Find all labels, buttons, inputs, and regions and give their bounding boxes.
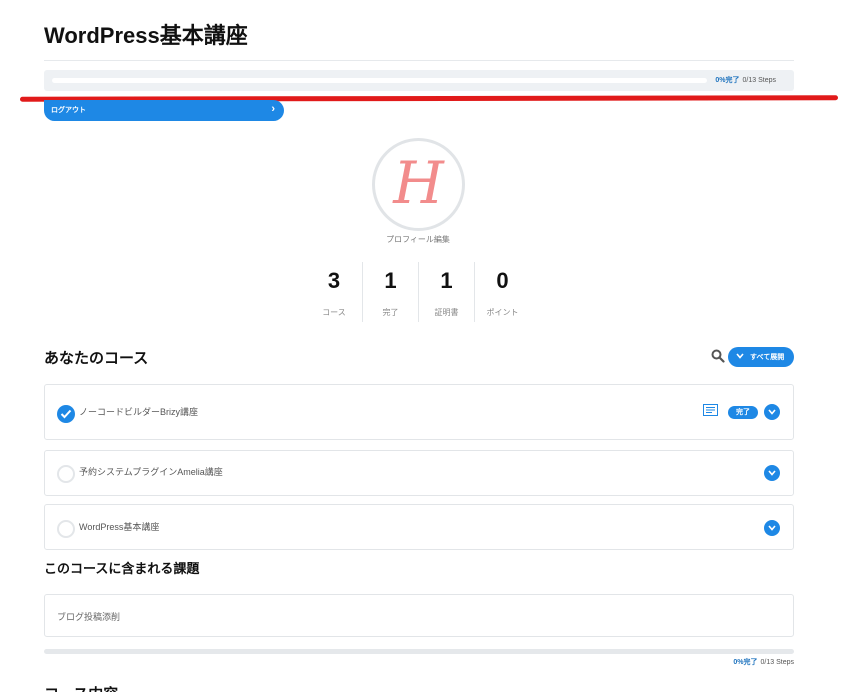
stat-value: 1 (440, 268, 453, 293)
stat-label: 証明書 (434, 308, 459, 317)
course-item[interactable]: WordPress基本講座 (44, 504, 794, 550)
assignment-title[interactable]: ブログ投稿添削 (57, 610, 120, 623)
chevron-down-icon[interactable] (764, 404, 780, 420)
assignments-section-title: このコースに含まれる課題 (44, 561, 200, 576)
completed-badge: 完了 (728, 406, 758, 419)
certificate-icon[interactable] (703, 404, 718, 416)
progress-text: 0%完了 0/13 Steps (733, 657, 794, 667)
logout-label: ログアウト (51, 107, 86, 114)
title-divider (44, 60, 794, 61)
stat-value: 3 (327, 268, 341, 293)
course-title[interactable]: WordPress基本講座 (79, 520, 159, 533)
completed-check-icon (57, 405, 75, 423)
chevron-right-icon: › (271, 103, 275, 115)
search-icon[interactable] (711, 349, 725, 363)
avatar[interactable]: H (372, 138, 465, 231)
progress-track (52, 78, 707, 83)
page-title: WordPress基本講座 (44, 23, 248, 48)
chevron-down-icon (736, 352, 744, 361)
stat-courses: 3 コース (306, 262, 362, 322)
logout-button[interactable]: ログアウト › (44, 100, 284, 121)
incomplete-circle-icon (57, 520, 75, 538)
course-title[interactable]: 予約システムプラグインAmelia講座 (79, 465, 223, 478)
progress-steps: 0/13 Steps (760, 659, 794, 666)
assignment-item[interactable]: ブログ投稿添削 (44, 594, 794, 637)
stat-label: ポイント (486, 308, 519, 317)
expand-all-button[interactable]: すべて展開 (728, 347, 794, 367)
course-progress: 0%完了 0/13 Steps (44, 70, 794, 91)
incomplete-circle-icon (57, 465, 75, 483)
profile-edit-link[interactable]: プロフィール編集 (368, 234, 468, 245)
stats-bar: 3 コース 1 完了 1 証明書 0 ポイント (306, 262, 530, 322)
courses-section-title: あなたのコース (44, 350, 149, 367)
stat-label: コース (322, 308, 346, 317)
course-title[interactable]: ノーコードビルダーBrizy講座 (79, 405, 198, 418)
stat-value: 0 (496, 268, 509, 293)
progress-percent: 0%完了 (733, 659, 758, 666)
course-item[interactable]: 予約システムプラグインAmelia講座 (44, 450, 794, 496)
course-progress-bar (44, 649, 794, 654)
stat-label: 完了 (382, 308, 399, 317)
stat-value: 1 (384, 268, 397, 293)
chevron-down-icon[interactable] (764, 465, 780, 481)
progress-text: 0%完了 0/13 Steps (715, 75, 776, 85)
course-item[interactable]: ノーコードビルダーBrizy講座 完了 (44, 384, 794, 440)
chevron-down-icon[interactable] (764, 520, 780, 536)
stat-certificates: 1 証明書 (418, 262, 474, 322)
stat-completed: 1 完了 (362, 262, 418, 322)
avatar-letter: H (393, 149, 444, 217)
course-content-title: コース内容 (44, 683, 118, 692)
stat-points: 0 ポイント (474, 262, 530, 322)
expand-all-label: すべて展開 (750, 354, 785, 361)
progress-percent: 0%完了 (715, 77, 740, 84)
progress-steps: 0/13 Steps (742, 77, 776, 84)
